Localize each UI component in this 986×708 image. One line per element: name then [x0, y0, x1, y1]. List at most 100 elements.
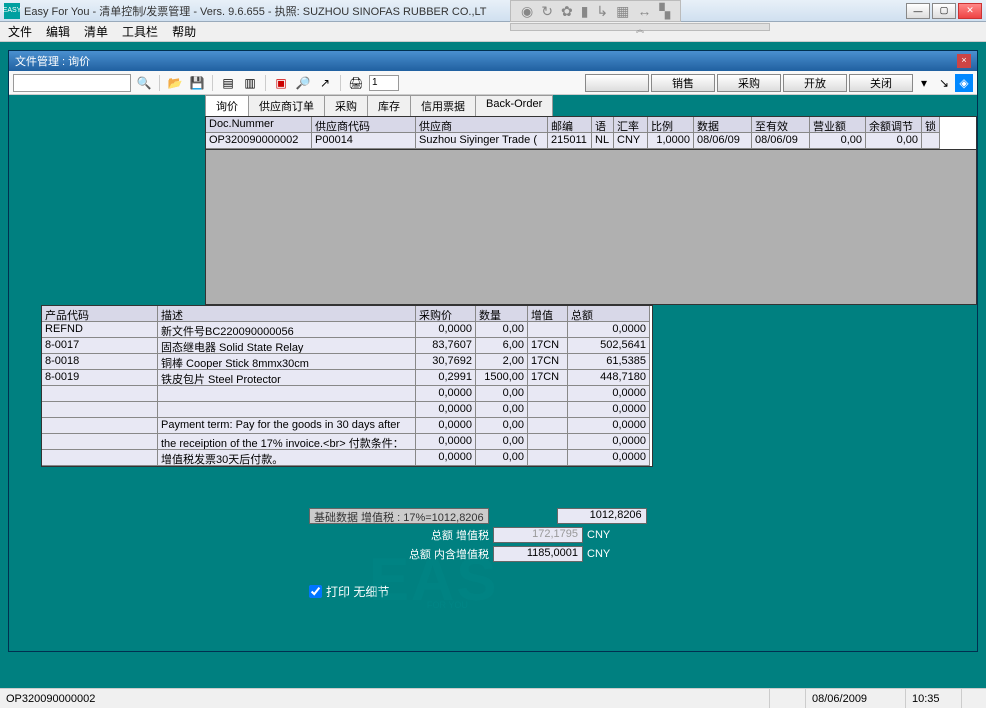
sales-button[interactable]: 销售 — [651, 74, 715, 92]
print-no-detail-checkbox[interactable]: 打印 无细节 — [309, 583, 977, 600]
bars-icon[interactable]: ▚ — [659, 3, 670, 20]
external-toolbar: ◉ ↻ ✿ ▮ ↳ ▦ ↔ ▚ — [510, 0, 681, 22]
page-number-input[interactable] — [369, 75, 399, 91]
search-input[interactable] — [13, 74, 131, 92]
binoculars-icon[interactable]: 🔍 — [135, 74, 153, 92]
detail-table-row[interactable]: 8-0019铁皮包片 Steel Protector0,29911500,001… — [42, 370, 652, 386]
detail-cell: 固态继电器 Solid State Relay — [158, 338, 416, 354]
detail-cell — [42, 386, 158, 402]
detail-table-row[interactable]: REFND新文件号BC2200900000560,00000,000,0000 — [42, 322, 652, 338]
detail-table-row[interactable]: 增值税发票30天后付款。0,00000,000,0000 — [42, 450, 652, 466]
detail-cell: the receiption of the 17% invoice.<br> 付… — [158, 434, 416, 450]
maximize-button[interactable]: ▢ — [932, 3, 956, 19]
detail-cell — [528, 386, 568, 402]
currency-label-1: CNY — [587, 529, 627, 541]
detail-cell: 0,00 — [476, 386, 528, 402]
header-table-empty-area — [205, 150, 977, 305]
menu-help[interactable]: 帮助 — [172, 23, 196, 40]
export2-icon[interactable]: ↗ — [316, 74, 334, 92]
vat-base-label: 基础数据 增值税 : 17%=1012,8206 — [309, 508, 489, 524]
detail-cell: 502,5641 — [568, 338, 650, 354]
menu-bar: 文件 编辑 清单 工具栏 帮助 — [0, 22, 986, 42]
detail-cell: Payment term: Pay for the goods in 30 da… — [158, 418, 416, 434]
detail-table-row[interactable]: 0,00000,000,0000 — [42, 402, 652, 418]
vat-base-value: 1012,8206 — [557, 508, 647, 524]
header-table-data-row[interactable]: OP320090000002 P00014 Suzhou Siyinger Tr… — [206, 133, 976, 149]
detail-cell: 0,0000 — [416, 434, 476, 450]
detail-cell: 448,7180 — [568, 370, 650, 386]
swap-icon[interactable]: ↔ — [637, 3, 651, 19]
blank-button[interactable] — [585, 74, 649, 92]
total-vat-value: 172,1795 — [493, 527, 583, 543]
document-close-button[interactable]: × — [957, 54, 971, 68]
detail-cell: 0,2991 — [416, 370, 476, 386]
doc1-icon[interactable]: ▤ — [219, 74, 237, 92]
record-icon[interactable]: ◉ — [521, 3, 533, 20]
detail-cell — [158, 386, 416, 402]
detail-cell: 增值税发票30天后付款。 — [158, 450, 416, 466]
tab-inquiry[interactable]: 询价 — [205, 95, 249, 116]
open-button[interactable]: 开放 — [783, 74, 847, 92]
comment-icon[interactable]: ▮ — [581, 3, 589, 20]
collapse-icon[interactable]: ▾ — [915, 74, 933, 92]
menu-toolbar[interactable]: 工具栏 — [122, 23, 158, 40]
detail-cell: 0,00 — [476, 450, 528, 466]
collapse-toolbar-handle[interactable]: ︽ — [510, 23, 770, 31]
detail-cell: 0,00 — [476, 402, 528, 418]
detail-table-row[interactable]: 0,00000,000,0000 — [42, 386, 652, 402]
header-table[interactable]: Doc.Nummer 供应商代码 供应商 邮编 语 汇率 比例 数据 至有效 营… — [205, 116, 977, 150]
purchase-button[interactable]: 采购 — [717, 74, 781, 92]
detail-cell: 17CN — [528, 370, 568, 386]
menu-file[interactable]: 文件 — [8, 23, 32, 40]
detail-cell: 8-0017 — [42, 338, 158, 354]
minimize-button[interactable]: — — [906, 3, 930, 19]
detail-cell: 0,0000 — [568, 402, 650, 418]
remote-icon[interactable]: ◈ — [955, 74, 973, 92]
detail-table[interactable]: 产品代码 描述 采购价 数量 增值 总额 REFND新文件号BC22009000… — [41, 305, 653, 467]
save-icon[interactable]: 💾 — [188, 74, 206, 92]
menu-list[interactable]: 清单 — [84, 23, 108, 40]
detail-cell: 0,0000 — [416, 402, 476, 418]
status-doc: OP320090000002 — [0, 689, 770, 708]
print-no-detail-input[interactable] — [309, 585, 322, 598]
detail-table-row[interactable]: Payment term: Pay for the goods in 30 da… — [42, 418, 652, 434]
detail-cell: 8-0019 — [42, 370, 158, 386]
tab-credit-note[interactable]: 信用票据 — [410, 95, 476, 116]
main-workspace: 文件管理 : 询价 × 🔍 📂 💾 ▤ ▥ ▣ 🔎 ↗ 🖨 销售 采购 开放 — [0, 42, 986, 688]
total-incl-label: 总额 内含增值税 — [309, 546, 489, 562]
detail-cell: 0,00 — [476, 434, 528, 450]
tab-stock[interactable]: 库存 — [367, 95, 411, 116]
detail-cell — [528, 434, 568, 450]
detail-cell: 铁皮包片 Steel Protector — [158, 370, 416, 386]
detail-table-row[interactable]: 8-0018铜棒 Cooper Stick 8mmx30cm30,76922,0… — [42, 354, 652, 370]
detail-table-row[interactable]: the receiption of the 17% invoice.<br> 付… — [42, 434, 652, 450]
close-button[interactable]: ✕ — [958, 3, 982, 19]
detail-cell — [528, 418, 568, 434]
red-icon[interactable]: ▣ — [272, 74, 290, 92]
arrow-icon[interactable]: ↘ — [935, 74, 953, 92]
tab-supplier-order[interactable]: 供应商订单 — [248, 95, 325, 116]
menu-edit[interactable]: 编辑 — [46, 23, 70, 40]
grid-icon[interactable]: ▦ — [616, 3, 629, 20]
print-icon[interactable]: 🖨 — [347, 74, 365, 92]
doc2-icon[interactable]: ▥ — [241, 74, 259, 92]
preview-icon[interactable]: 🔎 — [294, 74, 312, 92]
detail-table-row[interactable]: 8-0017固态继电器 Solid State Relay83,76076,00… — [42, 338, 652, 354]
close-button-2[interactable]: 关闭 — [849, 74, 913, 92]
export-icon[interactable]: ↳ — [596, 3, 608, 20]
detail-cell: 0,0000 — [568, 418, 650, 434]
detail-cell: 2,00 — [476, 354, 528, 370]
tab-strip: 询价 供应商订单 采购 库存 信用票据 Back-Order — [205, 95, 977, 116]
tab-back-order[interactable]: Back-Order — [475, 95, 553, 116]
header-table-header-row: Doc.Nummer 供应商代码 供应商 邮编 语 汇率 比例 数据 至有效 营… — [206, 117, 976, 133]
detail-cell — [528, 450, 568, 466]
detail-cell: 0,0000 — [568, 450, 650, 466]
detail-cell: 0,0000 — [416, 386, 476, 402]
refresh-icon[interactable]: ↻ — [541, 3, 553, 20]
status-bar: OP320090000002 08/06/2009 10:35 — [0, 688, 986, 708]
tab-purchase[interactable]: 采购 — [324, 95, 368, 116]
detail-cell — [158, 402, 416, 418]
open-icon[interactable]: 📂 — [166, 74, 184, 92]
detail-cell: 0,00 — [476, 322, 528, 338]
gear-icon[interactable]: ✿ — [561, 3, 573, 20]
